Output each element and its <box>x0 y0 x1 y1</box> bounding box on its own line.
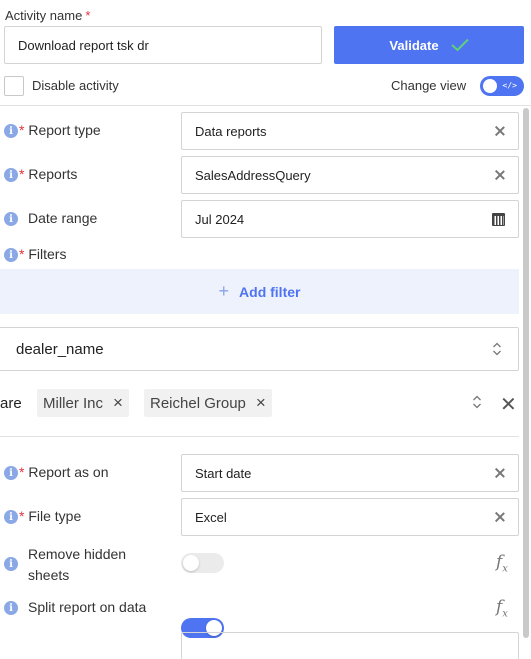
disable-activity-checkbox[interactable] <box>4 76 24 96</box>
report-type-label: * Report type <box>19 122 101 138</box>
chip-close-icon[interactable]: × <box>113 393 123 413</box>
chip-label: Miller Inc <box>43 394 104 412</box>
check-icon <box>450 38 469 52</box>
divider <box>0 105 531 106</box>
next-field[interactable] <box>181 632 519 659</box>
clear-icon[interactable] <box>495 512 505 522</box>
activity-name-input[interactable]: Download report tsk dr <box>4 26 322 64</box>
divider <box>0 436 519 437</box>
date-range-value: Jul 2024 <box>195 211 245 227</box>
info-icon[interactable]: i <box>4 168 18 182</box>
file-type-select[interactable]: Excel <box>181 498 519 536</box>
chevron-updown-icon[interactable] <box>472 395 482 409</box>
report-as-on-select[interactable]: Start date <box>181 454 519 492</box>
info-icon[interactable]: i <box>4 212 18 226</box>
info-icon[interactable]: i <box>4 510 18 524</box>
split-report-label: Split report on data <box>28 599 147 615</box>
info-icon[interactable]: i <box>4 601 18 615</box>
activity-name-value: Download report tsk dr <box>18 37 149 53</box>
validate-label: Validate <box>389 37 439 53</box>
toggle-knob <box>483 79 497 93</box>
report-type-value: Data reports <box>195 123 267 139</box>
report-as-on-value: Start date <box>195 465 252 481</box>
date-range-picker[interactable]: Jul 2024 <box>181 200 519 238</box>
file-type-label: * File type <box>19 508 82 524</box>
filters-label: * Filters <box>19 246 67 262</box>
calendar-icon[interactable] <box>492 212 505 226</box>
chip-label: Reichel Group <box>150 394 246 412</box>
file-type-value: Excel <box>195 509 227 525</box>
change-view-toggle[interactable]: </> <box>480 76 524 96</box>
chip-close-icon[interactable]: × <box>256 393 266 413</box>
required-mark: * <box>85 8 91 23</box>
reports-value: SalesAddressQuery <box>195 167 311 183</box>
disable-activity-label: Disable activity <box>32 78 119 93</box>
filter-value-chip: Miller Inc × <box>37 389 129 417</box>
clear-icon[interactable] <box>495 126 505 136</box>
reports-select[interactable]: SalesAddressQuery <box>181 156 519 194</box>
filter-value-chip: Reichel Group × <box>144 389 272 417</box>
report-type-select[interactable]: Data reports <box>181 112 519 150</box>
fx-icon[interactable]: fx <box>496 597 508 619</box>
clear-icon[interactable] <box>495 468 505 478</box>
scrollbar[interactable] <box>523 108 529 638</box>
code-icon: </> <box>502 81 517 90</box>
fx-icon[interactable]: fx <box>496 552 508 574</box>
report-as-on-label: * Report as on <box>19 464 109 480</box>
validate-button[interactable]: Validate <box>334 26 524 64</box>
date-range-label: Date range <box>28 210 98 226</box>
info-icon[interactable]: i <box>4 557 18 571</box>
clear-icon[interactable] <box>495 170 505 180</box>
clear-values-icon[interactable]: ✕ <box>500 392 517 417</box>
add-filter-button[interactable]: + Add filter <box>0 269 519 314</box>
activity-name-label: Activity name * <box>5 8 91 23</box>
remove-hidden-sheets-label: Remove hidden sheets <box>28 546 127 583</box>
change-view-label: Change view <box>391 78 467 93</box>
info-icon[interactable]: i <box>4 248 18 262</box>
plus-icon: + <box>218 281 230 301</box>
filter-field-value: dealer_name <box>16 340 104 358</box>
reports-label: * Reports <box>19 166 78 182</box>
add-filter-label: Add filter <box>239 283 301 300</box>
filter-operator-label: are <box>0 395 22 412</box>
chevron-updown-icon <box>493 342 501 356</box>
remove-hidden-sheets-toggle[interactable] <box>181 553 224 573</box>
toggle-knob <box>183 555 199 571</box>
info-icon[interactable]: i <box>4 124 18 138</box>
filter-field-select[interactable]: dealer_name <box>0 327 519 371</box>
info-icon[interactable]: i <box>4 466 18 480</box>
